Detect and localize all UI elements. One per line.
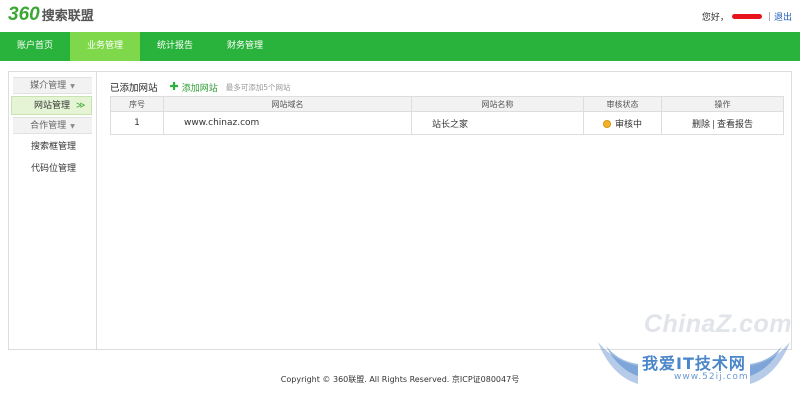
logo-number: 360 xyxy=(8,4,40,25)
main-panel: 媒介管理 ▼ 网站管理 ≫ 合作管理 ▼ 搜索框管理 代码位管理 已添加网站 ✚ 添加… xyxy=(8,71,792,350)
add-site-button[interactable]: ✚ 添加网站 xyxy=(170,81,218,94)
column-header-ops: 操作 xyxy=(661,96,784,112)
cell-status: 审核中 xyxy=(583,111,662,135)
sidebar-item-search-box-management[interactable]: 搜索框管理 xyxy=(9,136,96,158)
sidebar-group-media[interactable]: 媒介管理 ▼ xyxy=(13,77,92,94)
cell-ops: 删除 | 查看报告 xyxy=(661,111,784,135)
sidebar-group-partner[interactable]: 合作管理 ▼ xyxy=(13,117,92,134)
sidebar-group-media-label: 媒介管理 xyxy=(30,81,67,91)
redacted-username xyxy=(731,14,762,19)
cell-index: 1 xyxy=(110,111,164,135)
pending-status-icon xyxy=(602,119,611,128)
greeting: 您好， xyxy=(701,13,729,23)
user-area: 您好， | 退出 xyxy=(701,10,792,24)
logout-link[interactable]: 退出 xyxy=(774,10,792,23)
sites-table: 序号 网站域名 网站名称 审核状态 操作 1 www.chinaz.com 站长… xyxy=(110,96,784,135)
main-nav: 账户首页 业务管理 统计报告 财务管理 xyxy=(0,32,800,61)
footer-copyright: Copyright © 360联盟. All Rights Reserved. … xyxy=(280,375,520,384)
column-header-status: 审核状态 xyxy=(583,96,662,112)
cell-domain: www.chinaz.com xyxy=(163,111,412,135)
nav-item-account-home[interactable]: 账户首页 xyxy=(0,32,70,61)
sidebar-item-code-slot-management[interactable]: 代码位管理 xyxy=(9,158,96,180)
caret-down-icon: ▼ xyxy=(70,123,75,130)
delete-link[interactable]: 删除 xyxy=(692,120,710,130)
double-chevron-right-icon: ≫ xyxy=(76,101,86,111)
nav-item-statistics-report[interactable]: 统计报告 xyxy=(140,32,210,61)
nav-item-finance-management[interactable]: 财务管理 xyxy=(210,32,280,61)
sidebar-item-label: 网站管理 xyxy=(34,101,71,111)
view-report-link[interactable]: 查看报告 xyxy=(717,120,753,130)
column-header-index: 序号 xyxy=(110,96,164,112)
cell-name: 站长之家 xyxy=(411,111,584,135)
caret-down-icon: ▼ xyxy=(70,83,75,90)
content-header: 已添加网站 ✚ 添加网站 最多可添加5个网站 xyxy=(110,80,784,94)
status-text: 审核中 xyxy=(614,119,642,130)
logo-text: 搜索联盟 xyxy=(41,9,94,24)
ops-separator: | xyxy=(711,119,716,130)
header-separator: | xyxy=(767,11,771,22)
section-title: 已添加网站 xyxy=(110,83,158,94)
sidebar: 媒介管理 ▼ 网站管理 ≫ 合作管理 ▼ 搜索框管理 代码位管理 xyxy=(9,72,97,349)
content-area: 已添加网站 ✚ 添加网站 最多可添加5个网站 序号 网站域名 网站名称 审核状态… xyxy=(110,80,784,135)
table-header-row: 序号 网站域名 网站名称 审核状态 操作 xyxy=(110,96,784,112)
add-site-label: 添加网站 xyxy=(181,83,218,94)
column-header-domain: 网站域名 xyxy=(163,96,412,112)
nav-item-business-management[interactable]: 业务管理 xyxy=(70,32,141,61)
sidebar-group-partner-label: 合作管理 xyxy=(30,121,67,131)
sidebar-item-website-management[interactable]: 网站管理 ≫ xyxy=(11,96,92,115)
add-site-hint: 最多可添加5个网站 xyxy=(225,82,291,92)
plus-icon: ✚ xyxy=(169,80,179,93)
top-bar: 360 搜索联盟 您好， | 退出 xyxy=(0,0,800,32)
column-header-name: 网站名称 xyxy=(411,96,584,112)
table-row: 1 www.chinaz.com 站长之家 审核中 删除 | 查看报告 xyxy=(110,111,784,135)
logo[interactable]: 360 搜索联盟 xyxy=(8,4,94,26)
watermark-site-name: 我爱IT技术网 xyxy=(642,354,746,373)
